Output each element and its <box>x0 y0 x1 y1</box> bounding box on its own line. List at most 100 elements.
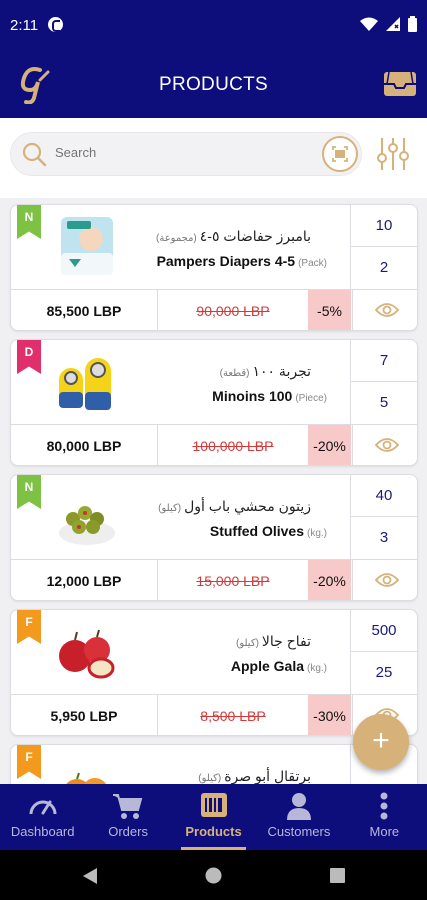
product-card[interactable]: N زيتون محشي باب أول(كيلو) Stuffed Olive… <box>10 474 418 601</box>
quantity-column: 7 5 <box>350 340 417 424</box>
product-card[interactable]: D تجربة ١٠٠(قطعة) Minoins 100 (Piece) 7 5… <box>10 339 418 466</box>
nav-label: Dashboard <box>10 824 75 839</box>
product-info: N بامبرز حفاضات ٥-٤(مجموعة) Pampers Diap… <box>11 205 351 289</box>
product-badge: D <box>17 340 41 374</box>
price-row: 85,500 LBP 90,000 LBP -5% <box>11 289 417 330</box>
status-time: 2:11 <box>10 17 39 34</box>
nav-label: Products <box>185 824 242 839</box>
product-info: D تجربة ١٠٠(قطعة) Minoins 100 (Piece) <box>11 340 351 424</box>
speedometer-icon <box>29 800 57 815</box>
diaper-pack-image <box>61 217 113 275</box>
product-name-ar: برتقال أبو صرة(كيلو) <box>198 768 311 784</box>
price: 12,000 LBP <box>11 560 158 600</box>
filter-button[interactable] <box>375 136 411 172</box>
sliders-icon <box>377 138 409 170</box>
eye-icon <box>375 573 399 587</box>
system-nav-bar <box>0 850 427 900</box>
search-icon <box>22 142 47 167</box>
product-unit-ar: (مجموعة) <box>156 233 197 244</box>
product-name-en: Pampers Diapers 4-5 (Pack) <box>157 253 327 269</box>
barcode-scan-button[interactable] <box>322 136 358 172</box>
search-input[interactable] <box>55 145 315 160</box>
eye-icon <box>375 438 399 452</box>
home-icon[interactable] <box>205 867 222 884</box>
product-name-ar-text: تفاح جالا <box>261 633 311 649</box>
product-card[interactable]: N بامبرز حفاضات ٥-٤(مجموعة) Pampers Diap… <box>10 204 418 331</box>
battery-icon <box>408 16 417 32</box>
add-product-button[interactable]: + <box>353 714 409 770</box>
app-bar: PRODUCTS <box>0 52 427 118</box>
quantity-top: 7 <box>351 340 417 382</box>
product-name-ar: تفاح جالا(كيلو) <box>236 633 311 650</box>
nav-label: Orders <box>108 824 148 839</box>
nav-item-orders[interactable]: Orders <box>85 784 170 850</box>
more-vertical-icon <box>380 792 388 820</box>
product-name-ar-text: تجربة ١٠٠ <box>252 363 311 379</box>
discount-badge: -20% <box>308 425 351 465</box>
product-unit-en: (Piece) <box>295 393 327 404</box>
product-card[interactable]: F تفاح جالا(كيلو) Apple Gala (kg.) 500 25… <box>10 609 418 736</box>
status-icons <box>360 16 417 32</box>
product-unit-en: (kg.) <box>307 528 327 539</box>
discount-badge: -20% <box>308 560 351 600</box>
discount-badge: -5% <box>308 290 351 330</box>
view-button[interactable] <box>352 290 417 330</box>
recents-icon[interactable] <box>330 868 345 883</box>
product-name-ar-text: بامبرز حفاضات ٥-٤ <box>199 228 311 244</box>
product-name-ar: بامبرز حفاضات ٥-٤(مجموعة) <box>156 228 311 245</box>
product-name-en: Stuffed Olives (kg.) <box>210 523 327 539</box>
product-name-ar-text: زيتون محشي باب أول <box>184 498 311 514</box>
wifi-icon <box>360 17 378 31</box>
product-name-ar: تجربة ١٠٠(قطعة) <box>220 363 311 380</box>
notification-icon <box>48 17 63 32</box>
nav-item-more[interactable]: More <box>342 784 427 850</box>
product-name-en: Minoins 100 (Piece) <box>212 388 327 404</box>
view-button[interactable] <box>352 560 417 600</box>
olives-bowl-image <box>59 506 115 545</box>
product-name-en-text: Stuffed Olives <box>209 523 304 539</box>
inbox-button[interactable] <box>383 70 417 98</box>
nav-item-customers[interactable]: Customers <box>256 784 341 850</box>
inbox-icon <box>384 71 416 96</box>
old-price: 15,000 LBP <box>196 573 270 589</box>
quantity-top: 40 <box>351 475 417 517</box>
quantity-bottom: 25 <box>375 664 393 681</box>
product-badge: N <box>17 475 41 509</box>
product-list[interactable]: N بامبرز حفاضات ٥-٤(مجموعة) Pampers Diap… <box>0 198 427 784</box>
price: 80,000 LBP <box>11 425 158 465</box>
product-unit-ar: (قطعة) <box>219 368 250 379</box>
person-icon <box>286 793 311 820</box>
nav-label: Customers <box>267 824 331 839</box>
status-bar: 2:11 <box>0 0 427 52</box>
nav-item-dashboard[interactable]: Dashboard <box>0 784 85 850</box>
eye-icon <box>375 303 399 317</box>
view-button[interactable] <box>352 425 417 465</box>
oranges-image <box>66 772 106 784</box>
quantity-bottom: 5 <box>379 394 389 411</box>
quantity-column: 500 25 <box>350 610 417 694</box>
plus-icon: + <box>372 724 390 757</box>
old-price: 90,000 LBP <box>196 303 270 319</box>
product-name-en: Apple Gala (kg.) <box>231 658 327 674</box>
nav-item-products[interactable]: Products <box>171 784 256 850</box>
product-info: F تفاح جالا(كيلو) Apple Gala (kg.) <box>11 610 351 694</box>
price-row: 12,000 LBP 15,000 LBP -20% <box>11 559 417 600</box>
nav-label: More <box>369 824 400 839</box>
product-unit-ar: (كيلو) <box>158 503 182 514</box>
bottom-nav: Dashboard Orders Products Customers More <box>0 784 427 850</box>
quantity-bottom: 3 <box>379 529 389 546</box>
product-badge: N <box>17 205 41 239</box>
quantity-top: 500 <box>351 610 417 652</box>
minion-toy-image <box>59 358 111 410</box>
signal-icon <box>386 17 400 31</box>
price: 5,950 LBP <box>11 695 158 735</box>
product-unit-en: (kg.) <box>307 663 327 674</box>
price: 85,500 LBP <box>11 290 158 330</box>
product-unit-ar: (كيلو) <box>236 638 259 649</box>
back-icon[interactable] <box>82 867 98 885</box>
product-unit-en: (Pack) <box>298 258 327 269</box>
search-box[interactable] <box>10 132 362 176</box>
quantity-top: 10 <box>351 205 417 247</box>
product-name-en-text: Apple Gala <box>230 658 304 674</box>
product-badge: F <box>17 745 41 779</box>
